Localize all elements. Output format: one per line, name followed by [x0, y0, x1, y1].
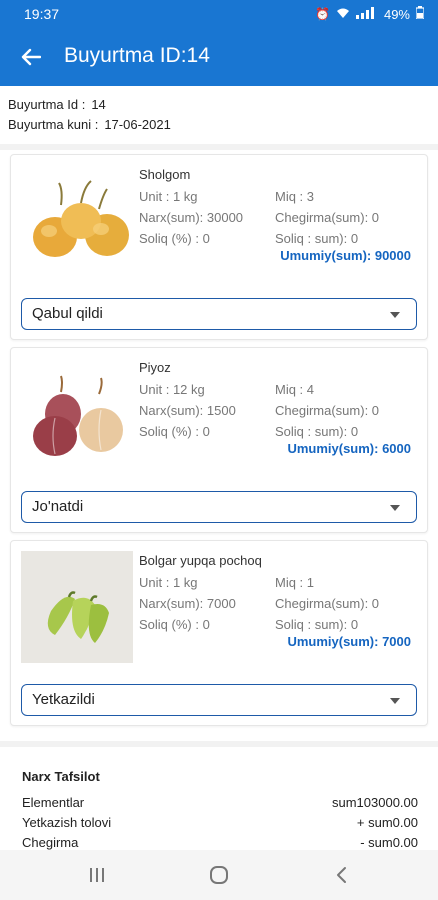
product-quantity: Miq : 3	[275, 189, 315, 204]
status-dropdown-value: Yetkazildi	[32, 691, 95, 708]
status-bar: 19:37 ⏰ 49%	[0, 0, 438, 28]
turnip-image	[21, 165, 133, 277]
order-date-row: Buyurtma kuni : 17-06-2021	[8, 115, 171, 135]
section-divider	[0, 144, 438, 150]
product-tax-sum: Soliq : sum): 0	[275, 617, 359, 632]
status-dropdown[interactable]: Jo'natdi	[21, 491, 417, 523]
onion-image	[21, 358, 133, 470]
section-divider	[0, 741, 438, 747]
product-discount: Chegirma(sum): 0	[275, 596, 380, 611]
recent-apps-button[interactable]	[82, 862, 112, 888]
order-meta: Buyurtma Id : 14 Buyurtma kuni : 17-06-202…	[8, 95, 171, 135]
product-total: Umumiy(sum): 90000	[280, 248, 411, 263]
signal-icon	[355, 6, 378, 22]
product-price: Narx(sum): 1500	[139, 403, 236, 418]
wifi-icon	[336, 7, 350, 22]
product-price: Narx(sum): 7000	[139, 596, 236, 611]
order-id-value: 14	[91, 97, 106, 112]
product-total: Umumiy(sum): 6000	[287, 441, 411, 456]
arrow-left-icon	[21, 48, 41, 66]
order-id-label: Buyurtma Id :	[8, 97, 86, 112]
order-id-row: Buyurtma Id : 14	[8, 95, 171, 115]
product-tax-sum: Soliq : sum): 0	[275, 231, 359, 246]
product-discount: Chegirma(sum): 0	[275, 210, 380, 225]
summary-amount: + sum0.00	[356, 815, 418, 830]
status-dropdown-value: Qabul qildi	[32, 305, 103, 322]
order-item-card: Sholgom Unit : 1 kg Narx(sum): 30000 Sol…	[10, 154, 428, 340]
product-unit: Unit : 12 kg	[139, 382, 205, 397]
product-details-right: Miq : 1 Chegirma(sum): 0 Soliq : sum): 0	[275, 572, 379, 635]
product-tax-percent: Soliq (%) : 0	[139, 231, 210, 246]
product-price: Narx(sum): 30000	[139, 210, 244, 225]
system-back-button[interactable]	[326, 862, 356, 888]
status-dropdown[interactable]: Yetkazildi	[21, 684, 417, 716]
product-total: Umumiy(sum): 7000	[287, 634, 411, 649]
order-date-label: Buyurtma kuni :	[8, 117, 99, 132]
recent-apps-icon	[90, 868, 104, 882]
summary-amount: sum103000.00	[331, 795, 418, 810]
system-nav-bar	[0, 850, 438, 900]
summary-label: Elementlar	[22, 795, 85, 810]
price-summary-title: Narx Tafsilot	[22, 769, 100, 784]
product-details-left: Unit : 1 kg Narx(sum): 7000 Soliq (%) : …	[139, 572, 236, 635]
summary-amount: - sum0.00	[360, 835, 418, 850]
product-details-right: Miq : 4 Chegirma(sum): 0 Soliq : sum): 0	[275, 379, 379, 442]
summary-label: Yetkazish tolovi	[22, 815, 112, 830]
product-details-right: Miq : 3 Chegirma(sum): 0 Soliq : sum): 0	[275, 186, 379, 249]
home-button[interactable]	[204, 862, 234, 888]
order-item-card: Bolgar yupqa pochoq Unit : 1 kg Narx(sum…	[10, 540, 428, 726]
product-details-left: Unit : 12 kg Narx(sum): 1500 Soliq (%) :…	[139, 379, 236, 442]
product-tax-percent: Soliq (%) : 0	[139, 617, 210, 632]
status-time: 19:37	[24, 6, 60, 22]
chevron-down-icon	[390, 312, 400, 318]
product-quantity: Miq : 1	[275, 575, 315, 590]
product-quantity: Miq : 4	[275, 382, 315, 397]
page-title: Buyurtma ID:14	[64, 44, 210, 67]
summary-label: Chegirma	[22, 835, 79, 850]
home-icon	[210, 866, 228, 884]
product-unit: Unit : 1 kg	[139, 575, 198, 590]
back-icon	[337, 867, 346, 883]
pepper-image	[21, 551, 133, 663]
product-name: Bolgar yupqa pochoq	[139, 553, 262, 568]
product-tax-sum: Soliq : sum): 0	[275, 424, 359, 439]
app-bar: Buyurtma ID:14	[0, 28, 438, 86]
product-details-left: Unit : 1 kg Narx(sum): 30000 Soliq (%) :…	[139, 186, 243, 249]
product-discount: Chegirma(sum): 0	[275, 403, 380, 418]
order-item-card: Piyoz Unit : 12 kg Narx(sum): 1500 Soliq…	[10, 347, 428, 533]
product-name: Sholgom	[139, 167, 191, 182]
alarm-icon: ⏰	[315, 7, 330, 21]
status-icons: ⏰ 49%	[315, 6, 425, 22]
status-dropdown[interactable]: Qabul qildi	[21, 298, 417, 330]
chevron-down-icon	[390, 505, 400, 511]
product-tax-percent: Soliq (%) : 0	[139, 424, 210, 439]
status-dropdown-value: Jo'natdi	[32, 498, 84, 515]
battery-level: 49%	[383, 6, 410, 22]
product-unit: Unit : 1 kg	[139, 189, 198, 204]
battery-icon	[415, 6, 425, 22]
product-name: Piyoz	[139, 360, 171, 375]
order-date-value: 17-06-2021	[104, 117, 171, 132]
chevron-down-icon	[390, 698, 400, 704]
back-button[interactable]	[14, 40, 48, 74]
